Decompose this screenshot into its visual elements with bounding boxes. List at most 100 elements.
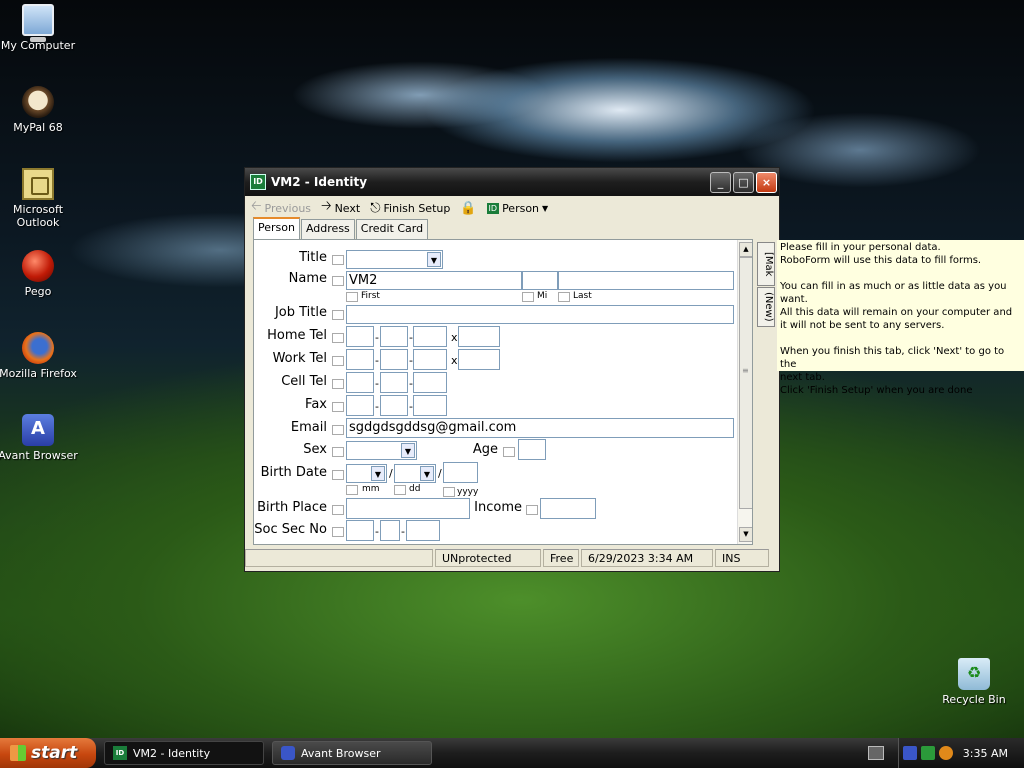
- tab-address[interactable]: Address: [300, 219, 355, 239]
- home-tel-ext-input[interactable]: [458, 326, 500, 347]
- work-tel-prefix-input[interactable]: [380, 349, 408, 370]
- email-checkbox[interactable]: [332, 425, 344, 435]
- minimize-button[interactable]: _: [710, 171, 731, 193]
- fax-number-input[interactable]: [413, 395, 447, 416]
- side-tab-new[interactable]: (New): [757, 287, 775, 327]
- tab-person[interactable]: Person: [253, 217, 300, 240]
- birth-day-select[interactable]: ▼: [394, 464, 436, 483]
- birth-date-checkbox[interactable]: [332, 470, 344, 480]
- scroll-down-icon[interactable]: ▼: [739, 527, 752, 542]
- status-empty: [245, 549, 433, 567]
- work-tel-ext-input[interactable]: [458, 349, 500, 370]
- job-title-checkbox[interactable]: [332, 310, 344, 320]
- ssn-checkbox[interactable]: [332, 527, 344, 537]
- desktop-icon-avant-browser[interactable]: Avant Browser: [0, 414, 78, 462]
- mm-sublabel: mm: [362, 484, 380, 494]
- side-tab-make[interactable]: [Mak: [757, 242, 775, 286]
- exit-door-icon: ⎋: [370, 200, 381, 216]
- birth-place-input[interactable]: [346, 498, 470, 519]
- ssn-part1-input[interactable]: [346, 520, 374, 541]
- sex-checkbox[interactable]: [332, 447, 344, 457]
- chevron-down-icon: ▼: [371, 466, 385, 481]
- cell-tel-prefix-input[interactable]: [380, 372, 408, 393]
- network-tray-icon[interactable]: [920, 746, 935, 760]
- taskbar-item-avant-browser[interactable]: Avant Browser: [272, 741, 432, 765]
- last-checkbox[interactable]: [558, 292, 570, 302]
- birth-year-input[interactable]: [443, 462, 478, 483]
- last-name-input[interactable]: [558, 271, 734, 290]
- home-tel-number-input[interactable]: [413, 326, 447, 347]
- tab-strip: Person Address Credit Card: [253, 217, 429, 240]
- vertical-scrollbar[interactable]: ▲ ≡ ▼: [737, 240, 752, 544]
- start-label: start: [31, 743, 78, 763]
- job-title-input[interactable]: [346, 305, 734, 324]
- mm-checkbox[interactable]: [346, 485, 358, 495]
- birth-date-label: Birth Date: [260, 465, 327, 480]
- dash: -: [375, 331, 379, 344]
- age-input[interactable]: [518, 439, 546, 460]
- desktop-icon-my-computer[interactable]: My Computer: [0, 4, 78, 52]
- mi-checkbox[interactable]: [522, 292, 534, 302]
- title-select[interactable]: ▼: [346, 250, 443, 269]
- close-button[interactable]: ×: [756, 171, 777, 193]
- income-input[interactable]: [540, 498, 596, 519]
- birth-place-label: Birth Place: [257, 500, 327, 515]
- avant-tray-icon[interactable]: [902, 746, 917, 760]
- sex-select[interactable]: ▼: [346, 441, 417, 460]
- window-titlebar[interactable]: ID VM2 - Identity _ □ ×: [245, 168, 779, 196]
- ssn-part2-input[interactable]: [380, 520, 400, 541]
- status-datetime: 6/29/2023 3:34 AM: [581, 549, 713, 567]
- scroll-thumb[interactable]: [739, 257, 752, 509]
- ssn-part3-input[interactable]: [406, 520, 440, 541]
- next-button[interactable]: 🡢 Next: [321, 197, 360, 219]
- first-name-input[interactable]: VM2: [346, 271, 522, 290]
- dd-checkbox[interactable]: [394, 485, 406, 495]
- search-tray-icon[interactable]: [938, 746, 953, 760]
- home-tel-prefix-input[interactable]: [380, 326, 408, 347]
- middle-initial-input[interactable]: [522, 271, 558, 290]
- desktop-icon-mypal[interactable]: MyPal 68: [0, 86, 78, 134]
- scroll-up-icon[interactable]: ▲: [739, 242, 752, 257]
- previous-button[interactable]: 🡠 Previous: [251, 197, 311, 219]
- home-tel-area-input[interactable]: [346, 326, 374, 347]
- identity-icon: ID: [486, 202, 500, 214]
- email-input[interactable]: sgdgdsgddsg@gmail.com: [346, 418, 734, 438]
- taskbar-item-identity[interactable]: ID VM2 - Identity: [104, 741, 264, 765]
- cell-tel-area-input[interactable]: [346, 372, 374, 393]
- name-checkbox[interactable]: [332, 276, 344, 286]
- work-tel-area-input[interactable]: [346, 349, 374, 370]
- desktop-icon-recycle-bin[interactable]: Recycle Bin: [934, 658, 1014, 706]
- taskbar: start ID VM2 - Identity Avant Browser 3:…: [0, 738, 1024, 768]
- yyyy-checkbox[interactable]: [443, 487, 455, 497]
- first-sublabel: First: [361, 291, 380, 301]
- cell-tel-number-input[interactable]: [413, 372, 447, 393]
- finish-setup-button[interactable]: ⎋ Finish Setup: [370, 201, 450, 216]
- birth-month-select[interactable]: ▼: [346, 464, 387, 483]
- work-tel-number-input[interactable]: [413, 349, 447, 370]
- previous-label: Previous: [264, 201, 312, 215]
- home-tel-checkbox[interactable]: [332, 333, 344, 343]
- birth-place-checkbox[interactable]: [332, 505, 344, 515]
- clock: 3:35 AM: [962, 746, 1008, 760]
- title-checkbox[interactable]: [332, 255, 344, 265]
- fax-checkbox[interactable]: [332, 402, 344, 412]
- maximize-button[interactable]: □: [733, 171, 754, 193]
- fax-prefix-input[interactable]: [380, 395, 408, 416]
- desktop-icon-pego[interactable]: Pego: [0, 250, 78, 298]
- cell-tel-checkbox[interactable]: [332, 379, 344, 389]
- tab-credit-card[interactable]: Credit Card: [355, 219, 429, 239]
- person-menu-button[interactable]: ID Person ▼: [486, 202, 548, 215]
- desktop-icon-outlook[interactable]: Microsoft Outlook: [0, 168, 78, 229]
- keyboard-icon[interactable]: [868, 746, 884, 760]
- chevron-down-icon: ▼: [420, 466, 434, 481]
- start-button[interactable]: start: [0, 738, 96, 768]
- dash: -: [375, 400, 379, 413]
- first-checkbox[interactable]: [346, 292, 358, 302]
- income-checkbox[interactable]: [526, 505, 538, 515]
- lock-button[interactable]: 🔒: [460, 201, 476, 216]
- work-tel-checkbox[interactable]: [332, 356, 344, 366]
- desktop-icon-label: Pego: [24, 285, 52, 298]
- fax-area-input[interactable]: [346, 395, 374, 416]
- age-checkbox[interactable]: [503, 447, 515, 457]
- desktop-icon-firefox[interactable]: Mozilla Firefox: [0, 332, 78, 380]
